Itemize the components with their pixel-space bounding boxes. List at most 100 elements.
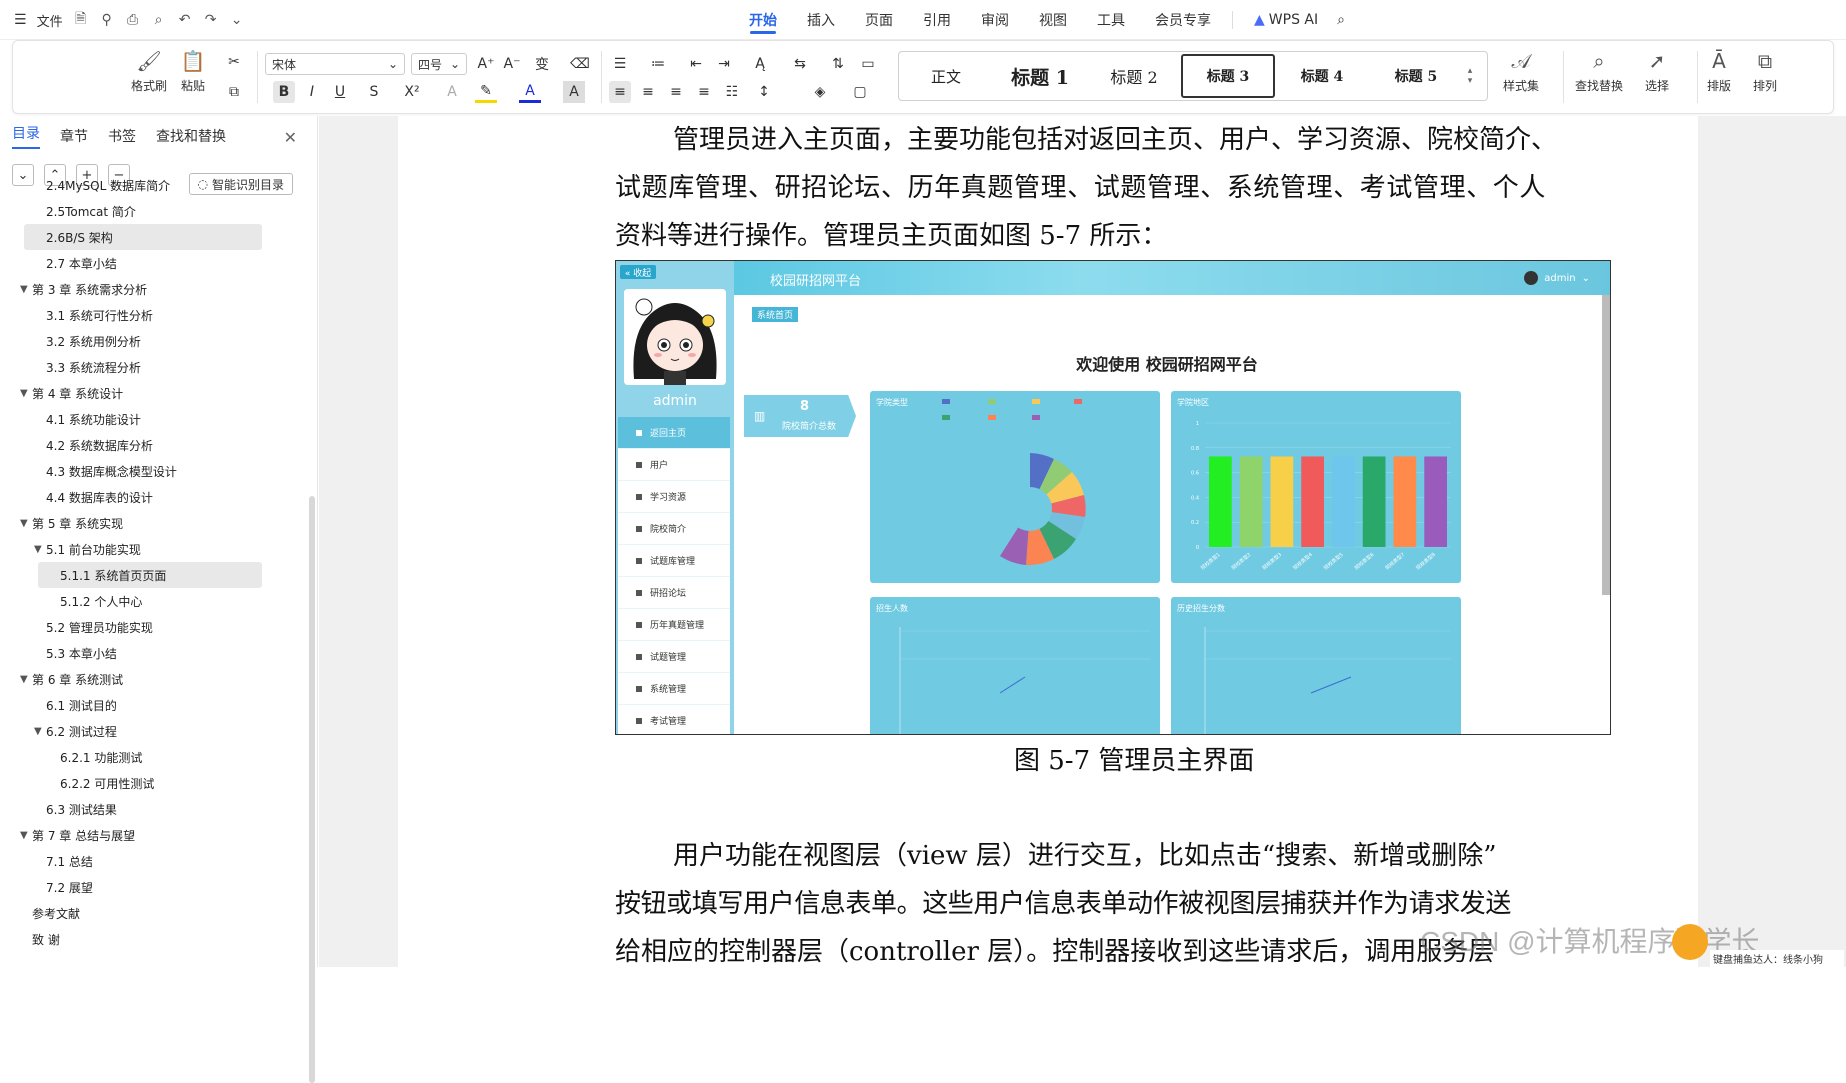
tab-chapters[interactable]: 章节: [60, 126, 88, 146]
wps-ai-button[interactable]: ▲ WPS AI: [1239, 0, 1333, 40]
style-heading-1[interactable]: 标题 1: [993, 54, 1087, 98]
distribute-icon[interactable]: ☷: [721, 81, 743, 103]
indent-icon[interactable]: ⇥: [713, 53, 735, 75]
toc-item[interactable]: 5.2 管理员功能实现: [0, 614, 310, 640]
outdent-icon[interactable]: ⇤: [685, 53, 707, 75]
figure-image[interactable]: « 收起 admin 返回主页 用户 学习资源 院校简介 试题库管理 研招论坛 历年真题管理…: [615, 260, 1611, 735]
phonetic-icon[interactable]: 变: [531, 53, 553, 75]
underline-icon[interactable]: U: [329, 81, 351, 103]
toc-item[interactable]: ▼ 第 4 章 系统设计: [0, 380, 310, 406]
expand-arrow-icon[interactable]: ▼: [20, 388, 28, 399]
toc-item[interactable]: 7.2 展望: [0, 874, 310, 900]
hamburger-icon[interactable]: ☰: [14, 12, 27, 28]
file-menu[interactable]: 文件: [37, 11, 63, 30]
expand-arrow-icon[interactable]: ▼: [34, 544, 42, 555]
align-center-icon[interactable]: ≡: [637, 81, 659, 103]
toc-item[interactable]: 6.1 测试目的: [0, 692, 310, 718]
toc-item[interactable]: ▼ 6.2 测试过程: [0, 718, 310, 744]
eraser-icon[interactable]: ⌫: [569, 53, 591, 75]
toc-item[interactable]: 6.2.1 功能测试: [0, 744, 310, 770]
tab-find-replace[interactable]: 查找和替换: [156, 126, 226, 146]
print-icon[interactable]: ⎙: [125, 12, 141, 28]
tab-member[interactable]: 会员专享: [1140, 0, 1226, 40]
tab-insert[interactable]: 插入: [792, 0, 850, 40]
char-shading-icon[interactable]: A: [563, 81, 585, 103]
tab-page[interactable]: 页面: [850, 0, 908, 40]
style-set-button[interactable]: 𝒜 样式集: [1503, 49, 1539, 94]
shading-icon[interactable]: ◈: [809, 81, 831, 103]
toc-item[interactable]: 6.3 测试结果: [0, 796, 310, 822]
select-button[interactable]: ➚ 选择: [1645, 49, 1669, 94]
tab-reference[interactable]: 引用: [908, 0, 966, 40]
style-heading-2[interactable]: 标题 2: [1087, 54, 1181, 98]
toc-item[interactable]: 2.6B/S 架构: [24, 224, 262, 250]
line-spacing-icon[interactable]: ↕: [753, 81, 775, 103]
border-icon[interactable]: ▢: [849, 81, 871, 103]
font-size-select[interactable]: 四号 ⌄: [411, 53, 467, 75]
style-heading-4[interactable]: 标题 4: [1275, 54, 1369, 98]
tab-bookmarks[interactable]: 书签: [108, 126, 136, 146]
toc-item[interactable]: 3.1 系统可行性分析: [0, 302, 310, 328]
shrink-font-icon[interactable]: A⁻: [501, 53, 523, 75]
toc-item[interactable]: 4.1 系统功能设计: [0, 406, 310, 432]
expand-arrow-icon[interactable]: ▼: [20, 674, 28, 685]
toc-item[interactable]: 3.2 系统用例分析: [0, 328, 310, 354]
text-direction-icon[interactable]: Ą: [749, 53, 771, 75]
text-effect-icon[interactable]: A: [441, 81, 463, 103]
share-icon[interactable]: ⚲: [99, 12, 115, 28]
align-right-icon[interactable]: ≡: [665, 81, 687, 103]
arrange-button[interactable]: ⧉ 排列: [1753, 49, 1777, 94]
highlight-icon[interactable]: ✎: [475, 81, 497, 103]
strikethrough-icon[interactable]: S: [363, 81, 385, 103]
toc-item[interactable]: 5.1.1 系统首页页面: [38, 562, 262, 588]
toc-item[interactable]: 4.2 系统数据库分析: [0, 432, 310, 458]
redo-icon[interactable]: ↷: [203, 12, 219, 28]
save-icon[interactable]: 🗎: [73, 11, 89, 28]
bullet-list-icon[interactable]: ☰: [609, 53, 631, 75]
expand-arrow-icon[interactable]: ▼: [34, 726, 42, 737]
toc-item[interactable]: 2.5Tomcat 简介: [0, 198, 310, 224]
chevron-down-icon[interactable]: ⌄: [229, 12, 245, 28]
show-marks-icon[interactable]: ▭: [857, 53, 879, 75]
toc-item[interactable]: 2.7 本章小结: [0, 250, 310, 276]
toc-item[interactable]: 2.4MySQL 数据库简介: [0, 172, 310, 198]
grow-font-icon[interactable]: A⁺: [475, 53, 497, 75]
bold-icon[interactable]: B: [273, 81, 295, 103]
style-normal[interactable]: 正文: [899, 54, 993, 98]
toc-item[interactable]: 参考文献: [0, 900, 310, 926]
toc-item[interactable]: 5.3 本章小结: [0, 640, 310, 666]
numbered-list-icon[interactable]: ≔: [647, 53, 669, 75]
expand-arrow-icon[interactable]: ▼: [20, 830, 28, 841]
tab-start[interactable]: 开始: [734, 0, 792, 40]
toc-item[interactable]: 致 谢: [0, 926, 310, 952]
style-heading-3[interactable]: 标题 3: [1181, 54, 1275, 98]
swap-icon[interactable]: ⇆: [789, 53, 811, 75]
toc-item[interactable]: ▼ 第 3 章 系统需求分析: [0, 276, 310, 302]
paste-button[interactable]: 📋 粘贴: [181, 49, 206, 94]
tab-review[interactable]: 审阅: [966, 0, 1024, 40]
expand-arrow-icon[interactable]: ▼: [20, 284, 28, 295]
toc-item[interactable]: 4.3 数据库概念模型设计: [0, 458, 310, 484]
toc-item[interactable]: 5.1.2 个人中心: [0, 588, 310, 614]
style-scroll-icon[interactable]: ▴ ▾: [1463, 66, 1477, 86]
print-preview-icon[interactable]: ⌕: [151, 12, 167, 28]
expand-arrow-icon[interactable]: ▼: [20, 518, 28, 529]
tab-toc[interactable]: 目录: [12, 123, 40, 149]
toc-item[interactable]: 4.4 数据库表的设计: [0, 484, 310, 510]
toc-item[interactable]: 7.1 总结: [0, 848, 310, 874]
copy-icon[interactable]: ⧉: [223, 81, 245, 103]
search-icon[interactable]: ⌕: [1333, 0, 1349, 40]
find-replace-button[interactable]: ⌕ 查找替换: [1575, 49, 1623, 94]
align-left-icon[interactable]: ≡: [609, 81, 631, 103]
style-heading-5[interactable]: 标题 5: [1369, 54, 1463, 98]
tab-view[interactable]: 视图: [1024, 0, 1082, 40]
toc-item[interactable]: ▼ 第 6 章 系统测试: [0, 666, 310, 692]
sort-icon[interactable]: ⇅: [827, 53, 849, 75]
toc-item[interactable]: 3.3 系统流程分析: [0, 354, 310, 380]
superscript-icon[interactable]: X²: [401, 81, 423, 103]
format-painter-button[interactable]: 🖌 格式刷: [131, 49, 167, 94]
tab-tools[interactable]: 工具: [1082, 0, 1140, 40]
justify-icon[interactable]: ≡: [693, 81, 715, 103]
undo-icon[interactable]: ↶: [177, 12, 193, 28]
corner-badge[interactable]: 键盘捕鱼达人：线条小狗: [1668, 920, 1846, 967]
